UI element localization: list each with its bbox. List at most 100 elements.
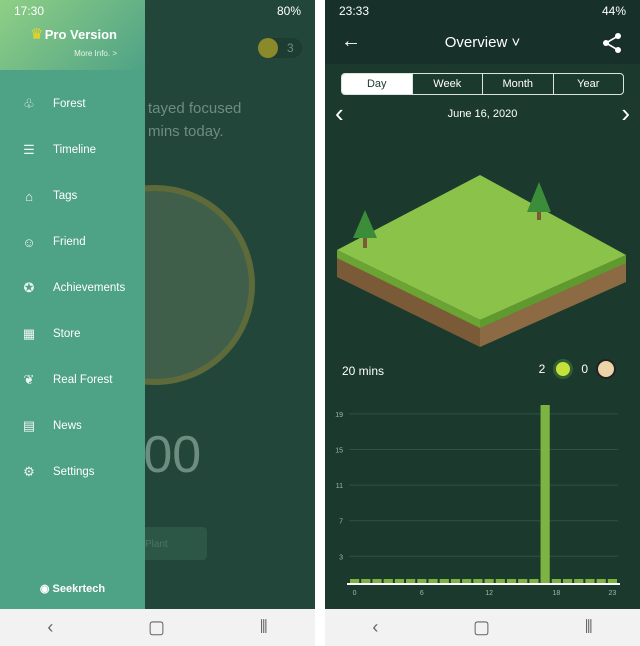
bar-hour-3 [383, 579, 393, 583]
bar-hour-7 [428, 579, 438, 583]
focus-text-2: mins today. [148, 123, 224, 140]
menu-item-label: Achievements [53, 282, 126, 294]
bar-hour-20 [574, 579, 584, 583]
status-bar: 17:30 80% [0, 0, 315, 22]
total-time: 20 mins [342, 364, 385, 378]
bar-hour-12 [484, 579, 494, 583]
more-info-link[interactable]: More Info. > [74, 49, 117, 58]
menu-item-settings[interactable]: ⚙ Settings [0, 457, 145, 487]
tree-counts: 2 0 [539, 359, 616, 379]
friend-icon: ☺ [22, 234, 36, 250]
y-tick-label: 15 [335, 448, 343, 455]
brand-name: Seekrtech [52, 583, 106, 595]
tab-month[interactable]: Month [482, 74, 553, 94]
bar-hour-16 [529, 579, 539, 583]
bar-hour-6 [417, 579, 427, 583]
menu-item-label: Settings [53, 466, 95, 478]
bar-hour-9 [450, 579, 461, 583]
menu-item-timeline[interactable]: ☰ Timeline [0, 135, 145, 165]
y-tick-label: 7 [339, 519, 343, 526]
bar-hour-21 [585, 579, 595, 583]
pro-title: Pro Version [44, 27, 117, 42]
bar-hour-14 [506, 579, 517, 583]
tag-icon: ⌂ [25, 188, 33, 204]
coin-icon [258, 38, 278, 58]
bar-hour-10 [462, 579, 472, 583]
dead-tree-icon [596, 359, 616, 379]
back-nav-icon[interactable]: ‹ [47, 617, 53, 638]
dead-tree-count: 0 [581, 362, 588, 376]
bar-hour-15 [518, 579, 528, 583]
bar-hour-19 [562, 579, 573, 583]
y-tick-label: 3 [339, 554, 343, 561]
x-tick-label: 23 [608, 590, 616, 597]
bar-hour-13 [495, 579, 505, 583]
bar-hour-18 [551, 579, 561, 583]
store-icon: ▦ [22, 326, 36, 341]
recents-nav-icon[interactable]: ⦀ [260, 617, 268, 638]
menu-item-store[interactable]: ▦ Store [0, 319, 145, 349]
coin-count: 3 [287, 41, 294, 55]
bar-hour-0 [350, 579, 360, 583]
android-nav-bar: ‹ ▢ ⦀ [325, 609, 640, 646]
x-tick-label: 12 [485, 590, 493, 597]
focus-text: tayed focused [148, 100, 242, 117]
status-battery: 80% [276, 4, 301, 18]
status-battery: 44% [601, 4, 626, 18]
y-tick-label: 11 [336, 483, 343, 490]
forest-island [337, 175, 626, 347]
menu-item-news[interactable]: ▤ News [0, 411, 145, 441]
recents-nav-icon[interactable]: ⦀ [585, 617, 593, 638]
x-tick-label: 18 [552, 590, 560, 597]
status-time: 23:33 [339, 4, 370, 18]
news-icon: ▤ [22, 418, 36, 433]
tab-week[interactable]: Week [411, 74, 483, 94]
period-tabs: Day Week Month Year [341, 73, 624, 95]
overview-dropdown[interactable]: Overview ˅ [325, 34, 640, 51]
left-phone: 17:30 80% 3 tayed focused mins today. 0:… [0, 0, 315, 646]
healthy-tree-icon [553, 359, 574, 379]
menu-item-friend[interactable]: ☺ Friend [0, 227, 145, 257]
x-tick-label: 0 [353, 590, 357, 597]
header: ← Overview ˅ [325, 22, 640, 64]
hourly-bar-chart: 3 7 11 15 19 0 6 12 18 23 [335, 405, 620, 597]
share-icon[interactable] [602, 33, 622, 53]
crown-icon: ♛ [30, 26, 44, 43]
tab-year[interactable]: Year [552, 74, 624, 94]
menu-item-label: Tags [53, 190, 78, 202]
sprout-icon: ❦ [23, 372, 35, 387]
bar-hour-2 [372, 579, 382, 583]
medal-icon: ✪ [23, 280, 35, 295]
bar-hour-8 [439, 579, 449, 583]
home-nav-icon[interactable]: ▢ [148, 617, 165, 638]
status-time: 17:30 [14, 4, 45, 18]
menu-item-label: Friend [53, 236, 86, 248]
back-nav-icon[interactable]: ‹ [372, 617, 378, 638]
timeline-icon: ☰ [23, 142, 35, 157]
menu-item-real-forest[interactable]: ❦ Real Forest [0, 365, 145, 395]
menu-item-label: Timeline [53, 144, 97, 156]
home-nav-icon[interactable]: ▢ [473, 617, 490, 638]
healthy-tree-count: 2 [538, 362, 546, 376]
menu-item-forest[interactable]: ♧ Forest [0, 89, 145, 119]
bar-hour-11 [473, 579, 483, 583]
menu-item-label: Store [53, 328, 81, 340]
bar-hour-1 [361, 579, 371, 583]
menu-item-tags[interactable]: ⌂ Tags [0, 181, 145, 211]
menu-item-achievements[interactable]: ✪ Achievements [0, 273, 145, 303]
tab-day[interactable]: Day [342, 74, 412, 94]
status-bar: 23:33 44% [325, 0, 640, 22]
bar-hour-17 [540, 405, 550, 583]
menu-item-label: Forest [53, 98, 86, 110]
date-label: June 16, 2020 [447, 108, 518, 120]
bar-hour-5 [406, 579, 416, 583]
navigation-drawer: ♛ Pro Version More Info. > ♧ Forest ☰ Timel… [0, 0, 145, 609]
bar-hour-22 [596, 579, 606, 583]
menu-item-label: News [53, 420, 82, 432]
menu-item-label: Real Forest [53, 374, 113, 386]
gear-icon: ⚙ [23, 464, 35, 479]
coin-badge[interactable]: 3 [258, 38, 302, 58]
seekrtech-logo: ◉ Seekrtech [39, 583, 106, 595]
bar-hour-23 [607, 579, 617, 583]
right-phone: 23:33 44% ← Overview ˅ Day Week Month Ye… [325, 0, 640, 646]
